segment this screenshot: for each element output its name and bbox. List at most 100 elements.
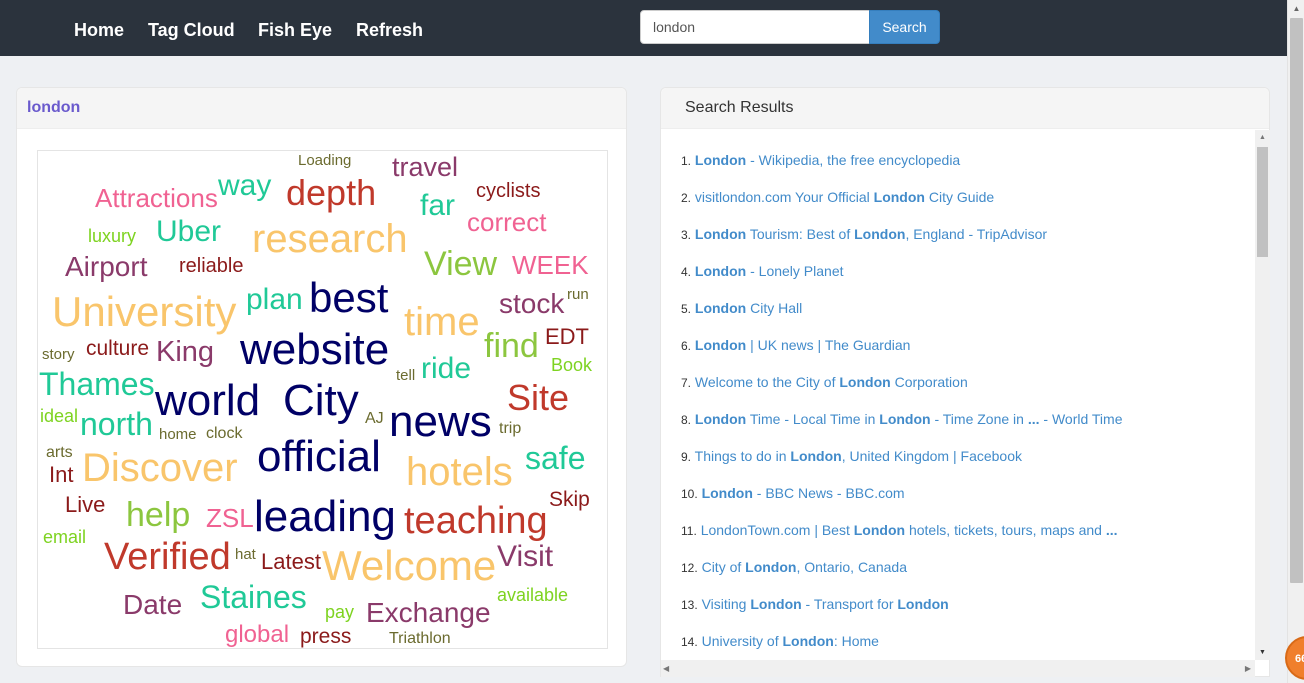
tag-word[interactable]: Live bbox=[65, 494, 105, 516]
tag-word[interactable]: research bbox=[252, 219, 408, 259]
tag-word[interactable]: best bbox=[309, 277, 388, 319]
tag-word[interactable]: Site bbox=[507, 380, 569, 416]
tag-word[interactable]: website bbox=[240, 328, 389, 372]
tag-word[interactable]: Exchange bbox=[366, 599, 491, 627]
results-scroll-thumb[interactable] bbox=[1257, 147, 1268, 257]
result-link[interactable]: London Tourism: Best of London, England … bbox=[695, 226, 1047, 242]
tag-word[interactable]: stock bbox=[499, 290, 564, 318]
tag-word[interactable]: Thames bbox=[39, 368, 155, 400]
tag-word[interactable]: teaching bbox=[404, 502, 548, 540]
tag-word[interactable]: ZSL bbox=[206, 505, 254, 531]
tag-word[interactable]: Skip bbox=[549, 489, 590, 510]
tag-word[interactable]: world bbox=[155, 379, 260, 423]
tag-word[interactable]: hat bbox=[235, 547, 256, 562]
tag-word[interactable]: Latest bbox=[261, 551, 321, 573]
result-link[interactable]: London - Wikipedia, the free encyclopedi… bbox=[695, 152, 960, 168]
scroll-left-arrow-icon[interactable]: ◀ bbox=[663, 660, 669, 677]
tag-word[interactable]: AJ bbox=[365, 411, 384, 427]
result-link[interactable]: City of London, Ontario, Canada bbox=[702, 559, 907, 575]
tag-word[interactable]: email bbox=[43, 528, 86, 546]
tag-word[interactable]: reliable bbox=[179, 256, 243, 276]
result-link[interactable]: University of London: Home bbox=[702, 633, 879, 649]
tag-word[interactable]: Verified bbox=[104, 538, 231, 576]
tag-word[interactable]: depth bbox=[286, 175, 376, 211]
tag-word[interactable]: Int bbox=[49, 464, 73, 486]
tag-word[interactable]: pay bbox=[325, 603, 354, 621]
result-link[interactable]: Welcome to the City of London Corporatio… bbox=[695, 374, 968, 390]
tag-word[interactable]: clock bbox=[206, 426, 242, 442]
nav-fish-eye-link[interactable]: Fish Eye bbox=[258, 20, 332, 41]
tag-word[interactable]: Visit bbox=[497, 542, 553, 572]
tag-word[interactable]: official bbox=[257, 435, 381, 479]
tag-word[interactable]: Welcome bbox=[322, 545, 496, 587]
tag-word[interactable]: north bbox=[80, 408, 153, 440]
tag-word[interactable]: City bbox=[283, 379, 359, 423]
tag-word[interactable]: ride bbox=[421, 354, 471, 384]
result-link[interactable]: visitlondon.com Your Official London Cit… bbox=[695, 189, 994, 205]
tag-word[interactable]: correct bbox=[467, 209, 546, 235]
tag-word[interactable]: tell bbox=[396, 368, 415, 383]
tag-word[interactable]: trip bbox=[499, 421, 521, 437]
tag-word[interactable]: Loading bbox=[298, 153, 351, 168]
result-text: Visiting bbox=[701, 596, 751, 612]
tag-word[interactable]: ideal bbox=[40, 407, 78, 425]
tag-word[interactable]: story bbox=[42, 347, 75, 362]
tag-word[interactable]: King bbox=[156, 338, 214, 367]
tag-word[interactable]: run bbox=[567, 287, 589, 302]
tag-word[interactable]: View bbox=[424, 247, 497, 281]
tag-word[interactable]: WEEK bbox=[512, 252, 589, 278]
tag-word[interactable]: safe bbox=[525, 442, 585, 474]
result-link[interactable]: London City Hall bbox=[695, 300, 802, 316]
tag-word[interactable]: global bbox=[225, 623, 289, 647]
tag-word[interactable]: Date bbox=[123, 591, 182, 619]
result-link[interactable]: Visiting London - Transport for London bbox=[702, 596, 949, 612]
tag-word[interactable]: arts bbox=[46, 445, 73, 461]
result-link[interactable]: London Time - Local Time in London - Tim… bbox=[695, 411, 1123, 427]
tag-word[interactable]: find bbox=[484, 329, 539, 363]
nav-refresh-link[interactable]: Refresh bbox=[356, 20, 423, 41]
tag-word[interactable]: travel bbox=[392, 154, 458, 181]
results-vertical-scrollbar[interactable]: ▲ ▼ bbox=[1255, 130, 1270, 660]
tag-word[interactable]: EDT bbox=[545, 326, 589, 348]
tag-word[interactable]: Airport bbox=[65, 253, 147, 281]
tag-word[interactable]: far bbox=[420, 191, 455, 221]
result-link[interactable]: LondonTown.com | Best London hotels, tic… bbox=[701, 522, 1118, 538]
page-scrollbar[interactable]: ▲ ▼ bbox=[1287, 0, 1304, 683]
tag-word[interactable]: leading bbox=[254, 495, 396, 539]
result-link[interactable]: London | UK news | The Guardian bbox=[695, 337, 911, 353]
scroll-right-arrow-icon[interactable]: ▶ bbox=[1245, 660, 1251, 677]
result-link[interactable]: London - BBC News - BBC.com bbox=[702, 485, 905, 501]
search-result-item: 5. London City Hall bbox=[681, 300, 1251, 337]
tag-word[interactable]: University bbox=[52, 291, 236, 333]
result-link[interactable]: Things to do in London, United Kingdom |… bbox=[695, 448, 1022, 464]
scroll-up-arrow-icon[interactable]: ▲ bbox=[1255, 130, 1270, 145]
tag-word[interactable]: Staines bbox=[200, 581, 307, 613]
nav-home-link[interactable]: Home bbox=[74, 20, 124, 41]
tag-word[interactable]: home bbox=[159, 427, 197, 442]
tag-word[interactable]: Uber bbox=[156, 217, 221, 247]
nav-tag-cloud-link[interactable]: Tag Cloud bbox=[148, 20, 235, 41]
result-keyword: London bbox=[694, 300, 747, 316]
result-link[interactable]: London - Lonely Planet bbox=[695, 263, 844, 279]
tag-word[interactable]: hotels bbox=[406, 452, 513, 492]
tag-word[interactable]: Discover bbox=[82, 448, 238, 488]
results-horizontal-scrollbar[interactable]: ◀ ▶ bbox=[661, 660, 1255, 677]
tag-word[interactable]: time bbox=[404, 302, 480, 342]
tag-word[interactable]: available bbox=[497, 586, 568, 604]
tag-word[interactable]: luxury bbox=[88, 227, 136, 245]
page-scroll-thumb[interactable] bbox=[1290, 18, 1303, 583]
tag-word[interactable]: plan bbox=[246, 285, 303, 315]
scroll-down-arrow-icon[interactable]: ▼ bbox=[1255, 645, 1270, 660]
tag-word[interactable]: way bbox=[218, 171, 271, 201]
search-input[interactable] bbox=[640, 10, 870, 44]
scroll-up-arrow-icon[interactable]: ▲ bbox=[1288, 0, 1304, 17]
tag-word[interactable]: culture bbox=[86, 338, 149, 359]
search-button[interactable]: Search bbox=[869, 10, 940, 44]
tag-word[interactable]: Triathlon bbox=[389, 631, 451, 647]
tag-word[interactable]: help bbox=[126, 498, 190, 532]
tag-word[interactable]: Attractions bbox=[95, 185, 218, 211]
tag-word[interactable]: news bbox=[389, 400, 492, 444]
tag-word[interactable]: press bbox=[300, 626, 351, 647]
tag-word[interactable]: cyclists bbox=[476, 181, 540, 201]
tag-word[interactable]: Book bbox=[551, 356, 592, 374]
